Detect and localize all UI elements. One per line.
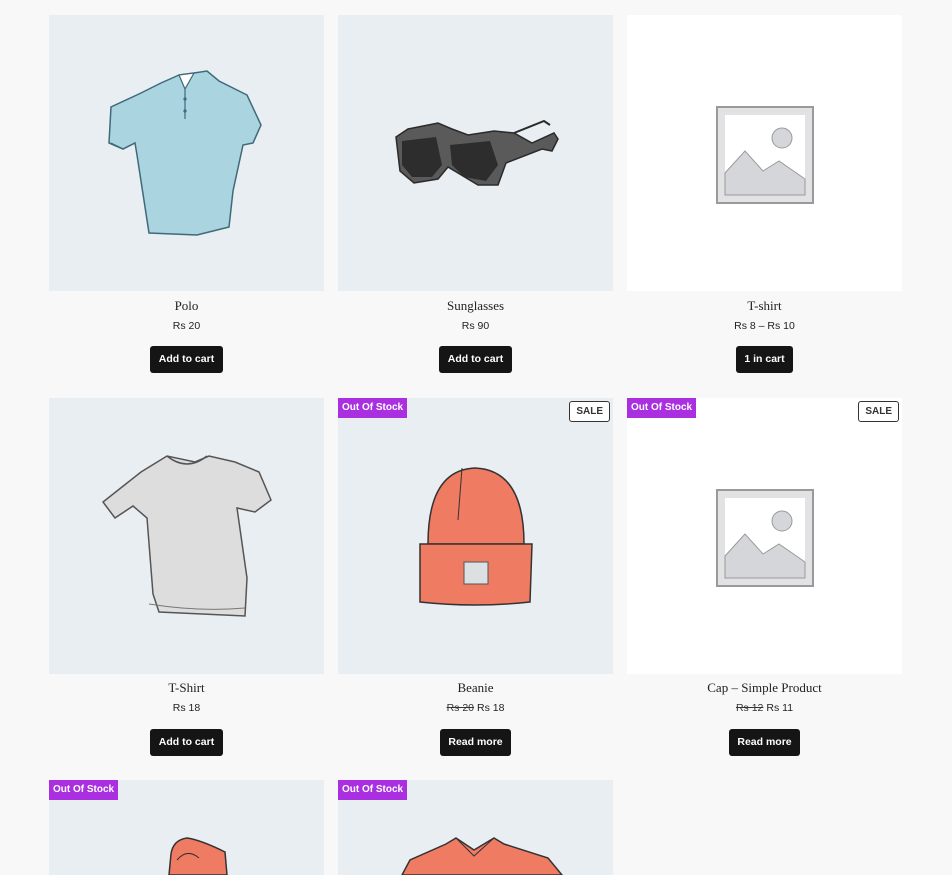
product-price: Rs 8 – Rs 10 [734, 320, 795, 332]
out-of-stock-badge: Out Of Stock [338, 780, 408, 800]
old-price: Rs 20 [446, 702, 474, 714]
tshirt-image [101, 455, 272, 617]
product-card: T-shirt Rs 8 – Rs 10 1 in cart [627, 15, 902, 385]
sale-badge: SALE [858, 401, 899, 422]
product-title[interactable]: Sunglasses [338, 298, 613, 314]
add-to-cart-button[interactable]: Add to cart [150, 729, 223, 756]
product-title[interactable]: Cap – Simple Product [627, 680, 902, 696]
product-title[interactable]: T-Shirt [49, 680, 324, 696]
sale-price: Rs 11 [766, 702, 794, 714]
sale-price: Rs 18 [477, 702, 505, 714]
product-card: Out Of Stock [338, 780, 613, 875]
placeholder-image [716, 106, 814, 204]
product-image-link[interactable] [627, 398, 902, 674]
out-of-stock-badge: Out Of Stock [627, 398, 697, 418]
product-title[interactable]: T-shirt [627, 298, 902, 314]
read-more-button[interactable]: Read more [729, 729, 800, 756]
product-card: Out Of Stock SALE Beanie Rs 20 Rs 18 Read… [338, 398, 613, 770]
old-price: Rs 12 [735, 702, 764, 714]
product-image-link[interactable] [627, 15, 902, 291]
polo-shirt-image [108, 70, 262, 236]
product-image-link[interactable] [49, 398, 324, 674]
sunglasses-image [395, 119, 559, 186]
product-card: Polo Rs 20 Add to cart [49, 15, 324, 385]
product-image-link[interactable] [338, 398, 613, 674]
product-image-link[interactable] [338, 15, 613, 291]
product-title[interactable]: Polo [49, 298, 324, 314]
product-price: Rs 18 [172, 702, 201, 714]
beanie-image [419, 467, 533, 606]
product-price: Rs 20 Rs 18 [338, 702, 613, 714]
product-title[interactable]: Beanie [338, 680, 613, 696]
add-to-cart-button[interactable]: Add to cart [150, 346, 223, 373]
placeholder-image [716, 489, 814, 587]
product-card: Out Of Stock [49, 780, 324, 875]
product-card: T-Shirt Rs 18 Add to cart [49, 398, 324, 770]
product-image-link[interactable] [49, 15, 324, 291]
product-card: Sunglasses Rs 90 Add to cart [338, 15, 613, 385]
product-price: Rs 20 [172, 320, 201, 332]
in-cart-button[interactable]: 1 in cart [736, 346, 793, 373]
product-price: Rs 90 [461, 320, 490, 332]
read-more-button[interactable]: Read more [440, 729, 511, 756]
product-card: Out Of Stock SALE Cap – Simple Product R… [627, 398, 902, 770]
out-of-stock-badge: Out Of Stock [338, 398, 408, 418]
product-price: Rs 12 Rs 11 [627, 702, 902, 714]
add-to-cart-button[interactable]: Add to cart [439, 346, 512, 373]
out-of-stock-badge: Out Of Stock [49, 780, 119, 800]
sale-badge: SALE [569, 401, 610, 422]
